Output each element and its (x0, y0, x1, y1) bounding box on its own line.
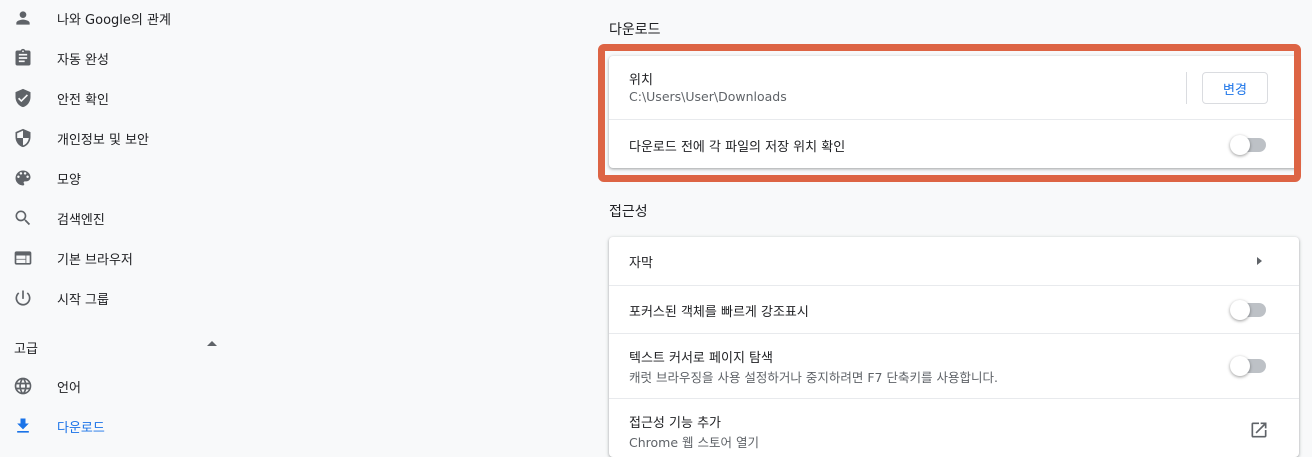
sidebar-item-label: 안전 확인 (57, 92, 109, 108)
palette-icon (13, 168, 33, 188)
sidebar-item-label: 시작 그룹 (57, 292, 109, 308)
download-location-row: 위치 C:\Users\User\Downloads 변경 (609, 56, 1299, 119)
sidebar-item-downloads[interactable]: 다운로드 (0, 411, 250, 441)
search-icon (13, 208, 33, 228)
sidebar-item-search-engine[interactable]: 검색엔진 (0, 203, 250, 233)
shield-check-icon (13, 88, 33, 108)
sidebar-item-label: 나와 Google의 관계 (57, 12, 171, 28)
sidebar-item-label: 다운로드 (57, 420, 105, 436)
sidebar-item-you-and-google[interactable]: 나와 Google의 관계 (0, 3, 250, 33)
location-label: 위치 (629, 73, 653, 88)
downloads-card: 위치 C:\Users\User\Downloads 변경 다운로드 전에 각 … (609, 56, 1299, 168)
sidebar-item-on-startup[interactable]: 시작 그룹 (0, 283, 250, 313)
caret-browsing-row[interactable]: 텍스트 커서로 페이지 탐색 캐럿 브라우징을 사용 설정하거나 중지하려면 F… (609, 334, 1299, 398)
shield-icon (13, 128, 33, 148)
sidebar-item-privacy[interactable]: 개인정보 및 보안 (0, 123, 250, 153)
sidebar-item-languages[interactable]: 언어 (0, 371, 250, 401)
sidebar: 나와 Google의 관계 자동 완성 안전 확인 개인정보 및 보안 모양 검… (0, 0, 260, 450)
location-path: C:\Users\User\Downloads (629, 89, 787, 104)
advanced-label: 고급 (14, 342, 38, 357)
add-accessibility-label: 접근성 기능 추가 (629, 416, 721, 431)
sidebar-item-label: 기본 브라우저 (57, 252, 133, 268)
caret-browsing-label: 텍스트 커서로 페이지 탐색 (629, 351, 773, 366)
sidebar-item-label: 모양 (57, 172, 81, 188)
captions-label: 자막 (629, 256, 653, 271)
sidebar-item-safety-check[interactable]: 안전 확인 (0, 83, 250, 113)
web-store-link: Chrome 웹 스토어 열기 (629, 435, 759, 450)
sidebar-item-appearance[interactable]: 모양 (0, 163, 250, 193)
download-icon (13, 416, 33, 436)
downloads-section-title: 다운로드 (609, 22, 661, 38)
sidebar-item-label: 개인정보 및 보안 (57, 132, 149, 148)
vertical-separator (1186, 72, 1187, 104)
sidebar-item-autofill[interactable]: 자동 완성 (0, 43, 250, 73)
ask-save-location-toggle[interactable] (1230, 135, 1266, 155)
focus-highlight-toggle[interactable] (1230, 300, 1266, 320)
globe-icon (13, 376, 33, 396)
accessibility-section-title: 접근성 (609, 204, 648, 220)
person-icon (13, 8, 33, 28)
focus-highlight-label: 포커스된 객체를 빠르게 강조표시 (629, 305, 809, 320)
focus-highlight-row[interactable]: 포커스된 객체를 빠르게 강조표시 (609, 286, 1299, 333)
sidebar-item-label: 언어 (57, 380, 81, 396)
captions-row[interactable]: 자막 (609, 237, 1299, 285)
browser-icon (13, 248, 33, 268)
sidebar-item-label: 자동 완성 (57, 52, 109, 68)
clipboard-icon (13, 48, 33, 68)
ask-save-location-row[interactable]: 다운로드 전에 각 파일의 저장 위치 확인 (609, 120, 1299, 168)
open-in-new-icon[interactable] (1249, 420, 1269, 440)
chevron-right-icon (1257, 257, 1262, 265)
add-accessibility-features-row[interactable]: 접근성 기능 추가 Chrome 웹 스토어 열기 (609, 399, 1299, 457)
sidebar-item-default-browser[interactable]: 기본 브라우저 (0, 243, 250, 273)
accessibility-card: 자막 포커스된 객체를 빠르게 강조표시 텍스트 커서로 페이지 탐색 캐럿 브… (609, 237, 1299, 457)
power-icon (13, 288, 33, 308)
caret-browsing-toggle[interactable] (1230, 356, 1266, 376)
arrow-up-icon (207, 341, 217, 346)
change-location-button[interactable]: 변경 (1202, 72, 1268, 104)
ask-save-location-label: 다운로드 전에 각 파일의 저장 위치 확인 (629, 140, 846, 155)
advanced-toggle[interactable]: 고급 (0, 332, 230, 360)
sidebar-item-label: 검색엔진 (57, 212, 105, 228)
caret-browsing-sub: 캐럿 브라우징을 사용 설정하거나 중지하려면 F7 단축키를 사용합니다. (629, 370, 998, 385)
